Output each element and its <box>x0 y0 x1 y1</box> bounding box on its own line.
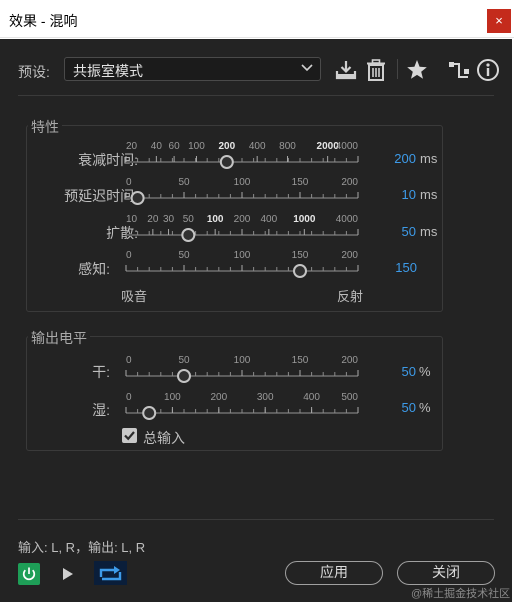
trash-icon[interactable] <box>363 57 389 83</box>
slider-tick-label: 50 <box>183 214 195 225</box>
toolbar-divider <box>397 59 398 79</box>
slider-tick-label: 100 <box>234 177 251 188</box>
perception-value[interactable]: 150 <box>367 260 417 275</box>
pre-delay-value[interactable]: 10 <box>366 187 416 202</box>
slider-tick-label: 100 <box>188 141 205 152</box>
window-title: 效果 - 混响 <box>9 13 78 29</box>
slider-tick-label: 150 <box>292 177 309 188</box>
dry-label: 干: <box>92 364 110 380</box>
slider-tick-label: 0 <box>126 177 132 188</box>
slider-thumb[interactable] <box>177 369 191 383</box>
play-icon[interactable] <box>61 567 75 581</box>
slider-tick-label: 0 <box>126 392 132 403</box>
slider-tick-label: 50 <box>178 250 190 261</box>
slider-tick-label: 1000 <box>293 214 316 225</box>
slider-tick-label: 200 <box>234 214 251 225</box>
slider-thumb[interactable] <box>181 228 196 242</box>
perception-slider[interactable]: 0 50 100 150 200 <box>120 250 366 280</box>
close-button[interactable]: 关闭 <box>397 561 495 585</box>
slider-tick-label: 20 <box>126 141 138 152</box>
slider-tick-label: 20 <box>147 214 159 225</box>
dry-value[interactable]: 50 <box>366 364 416 379</box>
slider-thumb[interactable] <box>219 155 234 169</box>
slider-tick-label: 400 <box>249 141 266 152</box>
footer-divider <box>18 519 494 520</box>
slider-tick-label: 500 <box>341 392 358 403</box>
diffusion-unit: ms <box>420 224 438 239</box>
slider-tick-label: 60 <box>169 141 181 152</box>
wet-unit: % <box>419 400 431 415</box>
slider-thumb[interactable] <box>142 406 157 420</box>
wet-slider[interactable]: 0 100 200 300 400 500 <box>120 392 366 422</box>
pre-delay-unit: ms <box>420 187 438 202</box>
watermark-text: @稀土掘金技术社区 <box>411 588 511 600</box>
info-icon[interactable] <box>475 57 501 83</box>
perception-max-label: 反射 <box>337 289 364 304</box>
slider-tick-label: 800 <box>279 141 296 152</box>
wet-label: 湿: <box>92 402 110 418</box>
slider-tick-label: 50 <box>178 355 190 366</box>
slider-tick-label: 10 <box>126 214 138 225</box>
slider-tick-label: 50 <box>178 177 190 188</box>
slider-tick-label: 4000 <box>336 214 359 225</box>
checkmark-icon <box>124 431 135 441</box>
slider-tick-label: 200 <box>210 392 227 403</box>
perception-min-label: 吸音 <box>121 289 148 304</box>
routing-icon[interactable] <box>446 57 472 83</box>
decay-time-unit: ms <box>420 151 438 166</box>
preset-value: 共振室模式 <box>73 63 143 79</box>
sum-input-label: 总输入 <box>143 430 185 446</box>
loop-icon[interactable] <box>94 561 127 585</box>
pre-delay-slider[interactable]: 0 50 100 150 200 <box>120 177 366 207</box>
io-channels-text: 输入: L, R，输出: L, R <box>18 540 146 555</box>
preset-dropdown[interactable]: 共振室模式 <box>64 57 321 81</box>
slider-tick-label: 100 <box>164 392 181 403</box>
diffusion-value[interactable]: 50 <box>366 224 416 239</box>
slider-tick-label: 0 <box>126 355 132 366</box>
star-icon[interactable] <box>404 57 430 83</box>
chevron-down-icon <box>301 64 313 72</box>
sum-input-checkbox[interactable] <box>122 428 137 443</box>
characteristics-title: 特性 <box>28 117 62 137</box>
slider-tick-label: 150 <box>292 250 309 261</box>
slider-tick-label: 200 <box>341 250 358 261</box>
apply-button[interactable]: 应用 <box>285 561 383 585</box>
diffusion-slider[interactable]: 10 20 30 50 100 200 400 1000 4000 <box>120 214 366 244</box>
slider-tick-label: 40 <box>151 141 163 152</box>
slider-tick-label: 0 <box>126 250 132 261</box>
slider-tick-label: 100 <box>234 250 251 261</box>
header-divider <box>18 95 494 96</box>
decay-time-value[interactable]: 200 <box>366 151 416 166</box>
slider-tick-label: 100 <box>207 214 224 225</box>
slider-tick-label: 200 <box>341 177 358 188</box>
output-level-title: 输出电平 <box>28 328 90 348</box>
slider-tick-label: 30 <box>163 214 175 225</box>
preset-label: 预设: <box>18 64 50 80</box>
dry-unit: % <box>419 364 431 379</box>
slider-tick-label: 300 <box>257 392 274 403</box>
slider-thumb[interactable] <box>130 191 145 205</box>
decay-time-slider[interactable]: 20 40 60 100 200 400 800 20004000 <box>120 141 366 171</box>
title-bar: 效果 - 混响 × <box>0 0 514 38</box>
slider-tick-label: 200 <box>218 141 235 152</box>
perception-label: 感知: <box>78 261 110 277</box>
slider-tick-label: 200 <box>341 355 358 366</box>
power-icon[interactable] <box>18 563 40 585</box>
slider-tick-label: 150 <box>292 355 309 366</box>
slider-thumb[interactable] <box>293 264 307 278</box>
dry-slider[interactable]: 0 50 100 150 200 <box>120 355 366 385</box>
reverb-effect-panel: 预设: 共振室模式 特性 衰减时间: 20 40 60 100 200 400 800 200… <box>0 39 512 602</box>
download-icon[interactable] <box>333 57 359 83</box>
slider-tick-label: 400 <box>303 392 320 403</box>
slider-tick-label: 400 <box>260 214 277 225</box>
close-window-button[interactable]: × <box>487 9 511 33</box>
slider-tick-label: 100 <box>234 355 251 366</box>
slider-tick-label: 4000 <box>336 141 359 152</box>
wet-value[interactable]: 50 <box>366 400 416 415</box>
